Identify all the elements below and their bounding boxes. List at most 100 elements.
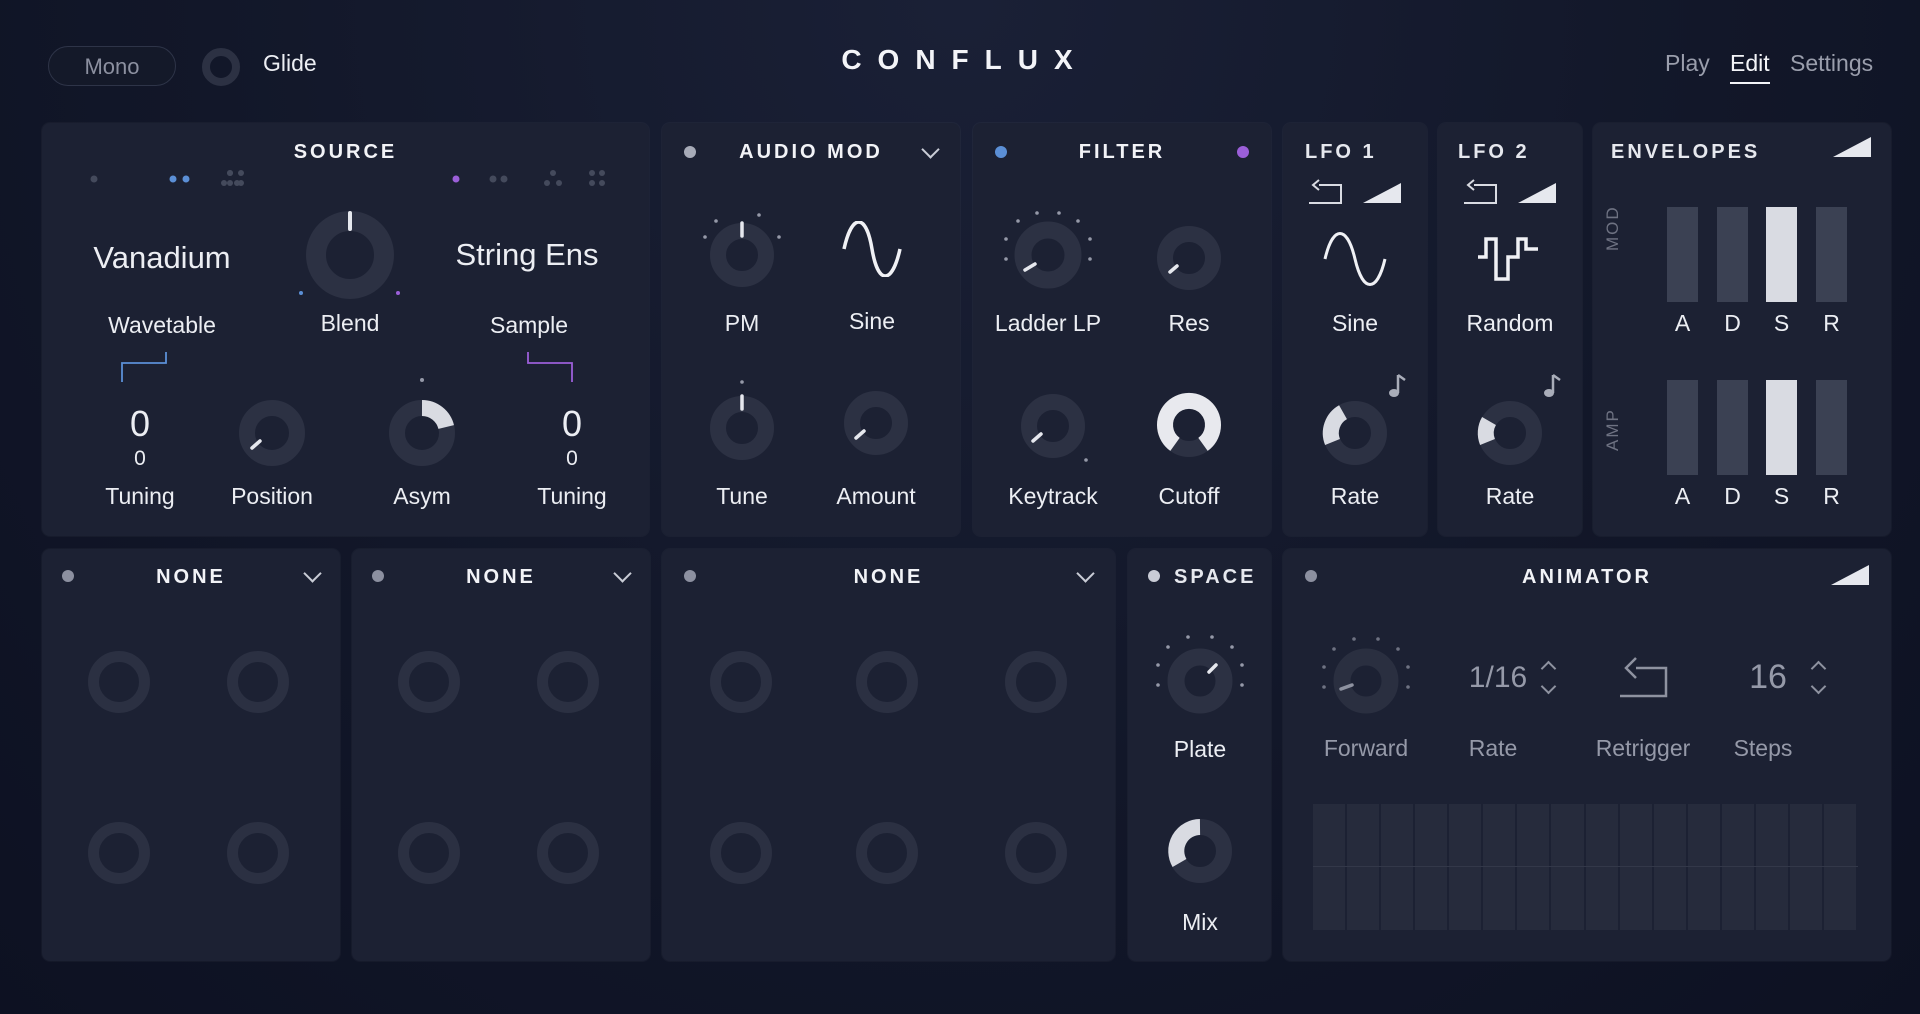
fx-slot-3-knob-5[interactable] (856, 822, 918, 884)
step-cell[interactable] (1755, 804, 1790, 930)
pm-knob[interactable] (697, 203, 787, 293)
step-cell[interactable] (1619, 804, 1654, 930)
tab-edit[interactable]: Edit (1730, 50, 1770, 84)
steps-increment-chevron-icon[interactable] (1810, 660, 1827, 677)
amp-sustain-bar[interactable] (1766, 380, 1797, 475)
amp-attack-bar[interactable] (1667, 380, 1698, 475)
step-cell[interactable] (1381, 804, 1416, 930)
left-source-name[interactable]: Vanadium (92, 240, 232, 276)
filter-mod-dot-right[interactable] (1237, 146, 1249, 158)
lfo1-rate-knob[interactable] (1315, 393, 1395, 473)
envelopes-curve-icon[interactable] (1833, 137, 1871, 157)
steps-decrement-chevron-icon[interactable] (1810, 678, 1827, 695)
fx-slot-1-knob-4[interactable] (227, 822, 289, 884)
tune-knob[interactable] (697, 378, 787, 468)
step-cell[interactable] (1347, 804, 1382, 930)
animator-curve-icon[interactable] (1831, 565, 1869, 585)
right-tuning-sub[interactable]: 0 (542, 447, 602, 471)
filter-type-knob[interactable] (998, 203, 1098, 303)
tab-play[interactable]: Play (1665, 50, 1710, 77)
lfo1-sine-icon[interactable] (1323, 231, 1387, 287)
fx-slot-1-knob-1[interactable] (88, 651, 150, 713)
asym-knob[interactable] (382, 378, 462, 473)
step-sequencer-grid[interactable] (1313, 804, 1858, 930)
step-cell[interactable] (1517, 804, 1552, 930)
space-type-label: Plate (1173, 736, 1227, 762)
space-mix-knob[interactable] (1160, 811, 1240, 891)
lfo2-random-icon[interactable] (1476, 235, 1542, 283)
mod-attack-bar[interactable] (1667, 207, 1698, 302)
fx-slot-3-knob-1[interactable] (710, 651, 772, 713)
space-type-knob[interactable] (1150, 627, 1250, 727)
step-cell[interactable] (1483, 804, 1518, 930)
cutoff-knob[interactable] (1149, 385, 1229, 465)
step-cell[interactable] (1449, 804, 1484, 930)
keytrack-knob[interactable] (1008, 388, 1098, 468)
rate-decrement-chevron-icon[interactable] (1540, 678, 1557, 695)
tune-label: Tune (716, 483, 768, 509)
step-cell[interactable] (1313, 804, 1348, 930)
fx-slot-3-knob-3[interactable] (1005, 651, 1067, 713)
right-tuning-value[interactable]: 0 (542, 403, 602, 445)
lfo1-envelope-icon[interactable] (1363, 183, 1401, 203)
mono-button[interactable]: Mono (48, 46, 176, 86)
fx-slot-2-title[interactable]: NONE (352, 566, 650, 589)
steps-value[interactable]: 16 (1738, 658, 1798, 697)
step-cell[interactable] (1721, 804, 1756, 930)
fx-slot-3-knob-2[interactable] (856, 651, 918, 713)
lfo2-envelope-icon[interactable] (1518, 183, 1556, 203)
mod-sustain-bar[interactable] (1766, 207, 1797, 302)
fx-slot-1-title[interactable]: NONE (42, 566, 340, 589)
right-source-type[interactable]: Sample (469, 312, 589, 339)
lfo2-retrigger-icon[interactable] (1462, 179, 1498, 205)
fx-slot-3-knob-4[interactable] (710, 822, 772, 884)
position-knob[interactable] (232, 393, 312, 473)
fx-slot-2-knob-4[interactable] (537, 822, 599, 884)
amp-decay-bar[interactable] (1717, 380, 1748, 475)
right-source-name[interactable]: String Ens (442, 237, 612, 273)
direction-knob[interactable] (1316, 629, 1416, 729)
fx-slot-1-knob-3[interactable] (88, 822, 150, 884)
step-cell[interactable] (1687, 804, 1722, 930)
mod-stage-a: A (1674, 310, 1691, 336)
amount-knob[interactable] (836, 383, 916, 463)
left-voice-selector-4[interactable] (222, 167, 252, 195)
step-cell[interactable] (1415, 804, 1450, 930)
animator-title: ANIMATOR (1522, 566, 1652, 588)
step-cell[interactable] (1585, 804, 1620, 930)
lfo2-title: LFO 2 (1458, 141, 1530, 163)
left-tuning-value[interactable]: 0 (110, 403, 170, 445)
space-title: SPACE (1174, 566, 1257, 588)
fx-slot-3-title[interactable]: NONE (662, 566, 1115, 589)
lfo2-rate-knob[interactable] (1470, 393, 1550, 473)
fx-slot-3-panel: NONE (662, 549, 1115, 961)
animator-panel: ANIMATOR Forward 1/16 Rate Retrigger 16 … (1283, 549, 1891, 961)
lfo1-retrigger-icon[interactable] (1307, 179, 1343, 205)
fx-slot-3-knob-6[interactable] (1005, 822, 1067, 884)
step-cell[interactable] (1551, 804, 1586, 930)
glide-knob[interactable] (202, 48, 240, 86)
fx-slot-2-knob-3[interactable] (398, 822, 460, 884)
fx-slot-2-knob-1[interactable] (398, 651, 460, 713)
space-power[interactable] (1148, 570, 1160, 582)
rate-value[interactable]: 1/16 (1458, 661, 1538, 695)
mod-release-bar[interactable] (1816, 207, 1847, 302)
mod-decay-bar[interactable] (1717, 207, 1748, 302)
step-cell[interactable] (1823, 804, 1858, 930)
step-cell[interactable] (1653, 804, 1688, 930)
tab-edit-underline (1730, 82, 1770, 84)
retrigger-icon[interactable] (1618, 652, 1668, 698)
left-source-type[interactable]: Wavetable (87, 312, 237, 339)
step-cell[interactable] (1789, 804, 1824, 930)
blend-knob[interactable] (299, 205, 400, 305)
position-label: Position (231, 483, 313, 509)
left-tuning-sub[interactable]: 0 (110, 447, 170, 471)
res-knob[interactable] (1149, 218, 1229, 298)
fx-slot-2-knob-2[interactable] (537, 651, 599, 713)
tab-settings[interactable]: Settings (1790, 50, 1873, 77)
fx-slot-1-knob-2[interactable] (227, 651, 289, 713)
rate-increment-chevron-icon[interactable] (1540, 660, 1557, 677)
right-voice-selector[interactable] (444, 167, 614, 195)
amp-release-bar[interactable] (1816, 380, 1847, 475)
sine-wave-icon[interactable] (842, 221, 902, 277)
